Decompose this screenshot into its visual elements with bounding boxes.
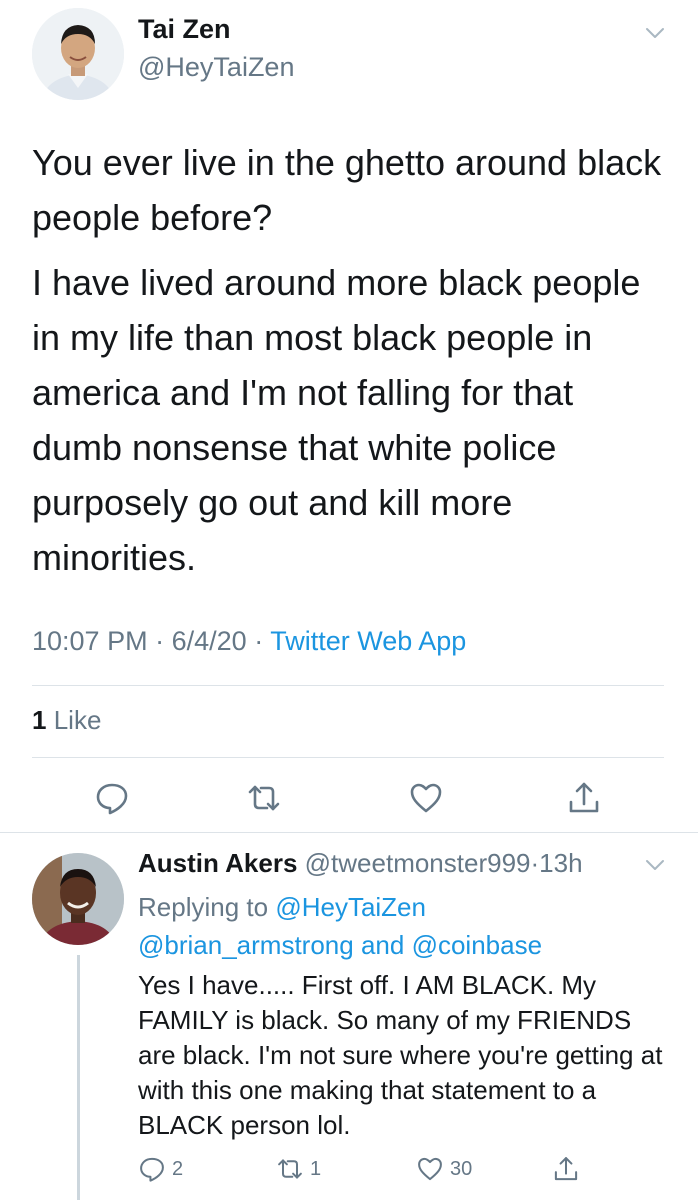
- tweet-meta: 10:07 PM · 6/4/20 · Twitter Web App: [32, 626, 466, 657]
- mention-link[interactable]: @HeyTaiZen: [275, 892, 426, 922]
- heart-icon: [418, 1157, 442, 1181]
- tweet-paragraph: I have lived around more black people in…: [32, 262, 641, 578]
- chevron-down-icon[interactable]: [644, 854, 666, 876]
- reply-age[interactable]: 13h: [539, 848, 582, 878]
- tweet-paragraph: You ever live in the ghetto around black…: [32, 142, 662, 238]
- replying-to-label: Replying to: [138, 892, 269, 922]
- and-label: and: [360, 930, 405, 960]
- tweet-date[interactable]: 6/4/20: [172, 626, 247, 656]
- reply-author-name[interactable]: Austin Akers: [138, 848, 297, 878]
- reply-avatar[interactable]: [32, 853, 124, 945]
- retweet-icon[interactable]: [246, 780, 282, 816]
- tweet-text: You ever live in the ghetto around black…: [32, 135, 672, 595]
- mention-link[interactable]: @brian_armstrong: [138, 930, 354, 960]
- tweet-source[interactable]: Twitter Web App: [270, 626, 466, 656]
- like-count: 30: [450, 1157, 473, 1180]
- share-icon[interactable]: [566, 780, 602, 816]
- divider: [0, 832, 698, 833]
- meta-separator: ·: [254, 626, 264, 656]
- avatar-image: [32, 8, 124, 100]
- share-icon: [554, 1157, 578, 1181]
- divider: [32, 685, 664, 686]
- meta-separator: ·: [155, 626, 165, 656]
- author-name[interactable]: Tai Zen: [138, 14, 231, 45]
- reply-author-handle[interactable]: @tweetmonster999: [305, 848, 531, 878]
- avatar[interactable]: [32, 8, 124, 100]
- replying-to: Replying to @HeyTaiZen @brian_armstrong …: [138, 888, 678, 964]
- retweet-count: 1: [310, 1157, 322, 1180]
- reply-share-button[interactable]: [552, 1155, 580, 1183]
- reply-count: 2: [172, 1157, 184, 1180]
- reply-text: Yes I have..... First off. I AM BLACK. M…: [138, 970, 663, 1140]
- likes-count[interactable]: 1 Like: [32, 705, 101, 736]
- thread-line: [77, 955, 80, 1200]
- reply-retweet-button[interactable]: 1: [276, 1155, 321, 1183]
- mention-link[interactable]: @coinbase: [412, 930, 542, 960]
- like-count-label: Like: [53, 705, 102, 735]
- reply-icon[interactable]: [94, 780, 130, 816]
- reply-reply-button[interactable]: 2: [138, 1155, 183, 1183]
- tweet-time[interactable]: 10:07 PM: [32, 626, 148, 656]
- retweet-icon: [278, 1159, 302, 1179]
- reply-icon: [140, 1157, 164, 1182]
- reply-avatar-image: [32, 853, 124, 945]
- meta-separator: ·: [530, 848, 540, 878]
- author-handle[interactable]: @HeyTaiZen: [138, 52, 294, 83]
- divider: [32, 757, 664, 758]
- reply-like-button[interactable]: 30: [416, 1155, 472, 1183]
- chevron-down-icon[interactable]: [644, 22, 666, 44]
- reply-header: Austin Akers @tweetmonster999·13h: [138, 848, 583, 879]
- heart-icon[interactable]: [408, 780, 444, 816]
- like-count-number: 1: [32, 705, 47, 735]
